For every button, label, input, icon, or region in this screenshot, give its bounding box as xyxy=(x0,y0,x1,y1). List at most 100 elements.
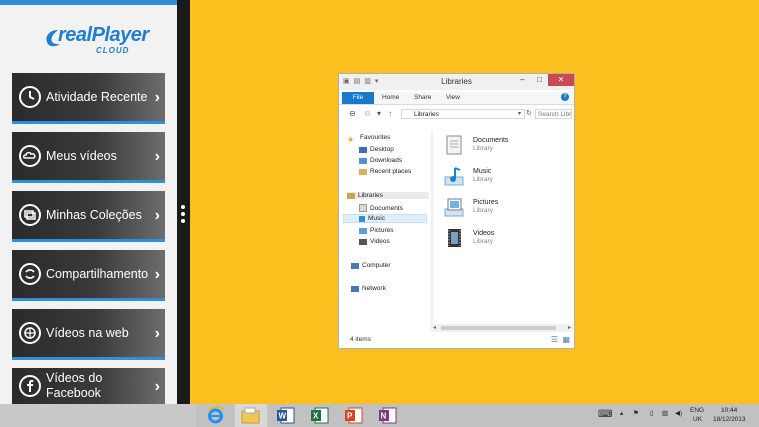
tree-network[interactable]: Network xyxy=(351,285,386,292)
word-icon[interactable]: W xyxy=(276,406,295,425)
svg-text:N: N xyxy=(381,412,387,421)
sidebar-item-web-videos[interactable]: Vídeos na web › xyxy=(12,309,165,360)
realplayer-logo: realPlayer CLOUD xyxy=(44,24,149,58)
file-explorer-icon[interactable] xyxy=(241,406,260,425)
refresh-icon[interactable]: ↻ xyxy=(526,109,532,117)
clock-icon xyxy=(19,86,41,108)
tab-view[interactable]: View xyxy=(446,94,460,101)
clock-date[interactable]: 18/12/2013 xyxy=(713,416,746,423)
tree-videos[interactable]: Videos xyxy=(359,238,390,245)
chevron-right-icon: › xyxy=(154,325,160,342)
address-dropdown-icon[interactable]: ▾ xyxy=(518,110,521,117)
close-button[interactable]: ✕ xyxy=(548,74,574,86)
scroll-left-icon[interactable]: ◂ xyxy=(433,324,436,331)
chevron-right-icon: › xyxy=(154,89,160,106)
battery-icon[interactable]: ▯ xyxy=(650,409,654,417)
tray-expand-icon[interactable]: ▴ xyxy=(620,409,623,417)
sidebar-item-label: Vídeos na web xyxy=(46,325,129,340)
sidebar-item-label: Compartilhamento xyxy=(46,266,149,281)
tree-downloads[interactable]: Downloads xyxy=(359,157,402,164)
documents-library-icon xyxy=(446,135,462,155)
navigation-divider xyxy=(431,130,433,324)
scrollbar-thumb[interactable] xyxy=(441,326,556,330)
large-icons-view-icon[interactable]: ▦ xyxy=(562,335,570,344)
maximize-button[interactable]: □ xyxy=(531,74,548,86)
minimize-button[interactable]: – xyxy=(514,74,531,86)
music-library-icon xyxy=(444,167,464,186)
back-icon[interactable]: ⊖ xyxy=(349,109,356,118)
language-indicator[interactable]: ENG xyxy=(690,407,704,414)
svg-text:X: X xyxy=(313,412,319,421)
scroll-right-icon[interactable]: ▸ xyxy=(568,324,571,331)
brand-sub: CLOUD xyxy=(96,46,130,55)
brand-name: realPlayer xyxy=(58,24,149,46)
sidebar-item-label: Vídeos do Facebook xyxy=(46,371,103,400)
taskbar-left-area xyxy=(0,404,196,427)
tab-home[interactable]: Home xyxy=(382,94,399,101)
help-icon[interactable]: ? xyxy=(561,93,569,101)
library-documents[interactable]: Documents Library xyxy=(443,134,563,162)
tab-share[interactable]: Share xyxy=(414,94,431,101)
collections-icon xyxy=(19,204,41,226)
globe-icon xyxy=(19,322,41,344)
file-explorer-window: ▣ ▤ ▥ ▾ Libraries – □ ✕ File Home Share … xyxy=(338,73,575,349)
flag-icon[interactable]: ⚑ xyxy=(633,409,639,417)
volume-icon[interactable]: ◀) xyxy=(675,409,682,417)
tree-desktop[interactable]: Desktop xyxy=(359,146,394,153)
tree-recent-places[interactable]: Recent places xyxy=(359,168,411,175)
onenote-icon[interactable]: N xyxy=(378,406,397,425)
horizontal-scrollbar[interactable]: ◂ ▸ xyxy=(431,324,573,332)
navigation-pane: ★ Favourites Desktop Downloads Recent pla… xyxy=(339,130,431,330)
sidebar-item-facebook-videos[interactable]: Vídeos do Facebook › xyxy=(12,368,165,404)
keyboard-icon[interactable]: ⌨ xyxy=(598,409,612,420)
chevron-right-icon: › xyxy=(154,207,160,224)
tree-music[interactable]: Music xyxy=(343,214,427,223)
chevron-right-icon: › xyxy=(154,378,160,395)
window-titlebar[interactable]: ▣ ▤ ▥ ▾ Libraries – □ ✕ xyxy=(339,74,574,90)
snap-resize-handle[interactable] xyxy=(181,205,186,226)
item-count: 4 items xyxy=(350,336,371,343)
dropdown-icon[interactable]: ▾ xyxy=(377,109,381,118)
facebook-icon xyxy=(19,375,41,397)
windows-taskbar: W X P N ⌨ ▴ ⚑ ▯ ▥ ◀) ENG UK 10:44 18/12/… xyxy=(0,404,759,427)
svg-text:P: P xyxy=(347,412,353,421)
internet-explorer-icon[interactable] xyxy=(206,406,225,425)
tree-documents[interactable]: Documents xyxy=(359,204,403,212)
powerpoint-icon[interactable]: P xyxy=(344,406,363,425)
forward-icon[interactable]: ⊖ xyxy=(364,109,371,118)
address-input[interactable]: Libraries xyxy=(401,109,525,119)
tree-favourites[interactable]: ★ Favourites xyxy=(347,134,390,144)
ribbon-tabs: File Home Share View ? xyxy=(339,92,574,105)
excel-icon[interactable]: X xyxy=(310,406,329,425)
tree-libraries[interactable]: Libraries xyxy=(347,192,429,199)
sidebar-item-my-collections[interactable]: Minhas Coleções › xyxy=(12,191,165,242)
clock-time[interactable]: 10:44 xyxy=(721,407,737,414)
library-pictures[interactable]: Pictures Library xyxy=(443,196,563,224)
star-icon: ★ xyxy=(347,134,355,144)
tree-pictures[interactable]: Pictures xyxy=(359,227,393,234)
snap-divider xyxy=(177,0,190,404)
library-music[interactable]: Music Library xyxy=(443,165,563,193)
search-input[interactable]: Search Libr xyxy=(535,109,572,119)
network-icon[interactable]: ▥ xyxy=(662,409,668,417)
tab-file[interactable]: File xyxy=(342,92,374,104)
realplayer-sidebar: realPlayer CLOUD Atividade Recente › Meu… xyxy=(0,0,177,427)
details-view-icon[interactable]: ☰ xyxy=(551,335,558,344)
up-icon[interactable]: ↑ xyxy=(388,109,392,118)
chevron-right-icon: › xyxy=(154,266,160,283)
sidebar-top-accent xyxy=(0,0,177,5)
svg-text:W: W xyxy=(279,412,287,421)
tree-computer[interactable]: Computer xyxy=(351,262,391,269)
region-indicator[interactable]: UK xyxy=(693,416,702,423)
sidebar-item-my-videos[interactable]: Meus vídeos › xyxy=(12,132,165,183)
pictures-library-icon xyxy=(444,198,464,217)
share-icon xyxy=(19,263,41,285)
sidebar-item-label: Minhas Coleções xyxy=(46,207,142,222)
sidebar-item-sharing[interactable]: Compartilhamento › xyxy=(12,250,165,301)
chevron-right-icon: › xyxy=(154,148,160,165)
status-bar: 4 items ☰ ▦ xyxy=(339,334,574,348)
videos-library-icon xyxy=(448,229,461,247)
sidebar-item-recent-activity[interactable]: Atividade Recente › xyxy=(12,73,165,124)
cloud-icon xyxy=(19,145,41,167)
library-videos[interactable]: Videos Library xyxy=(443,227,563,255)
